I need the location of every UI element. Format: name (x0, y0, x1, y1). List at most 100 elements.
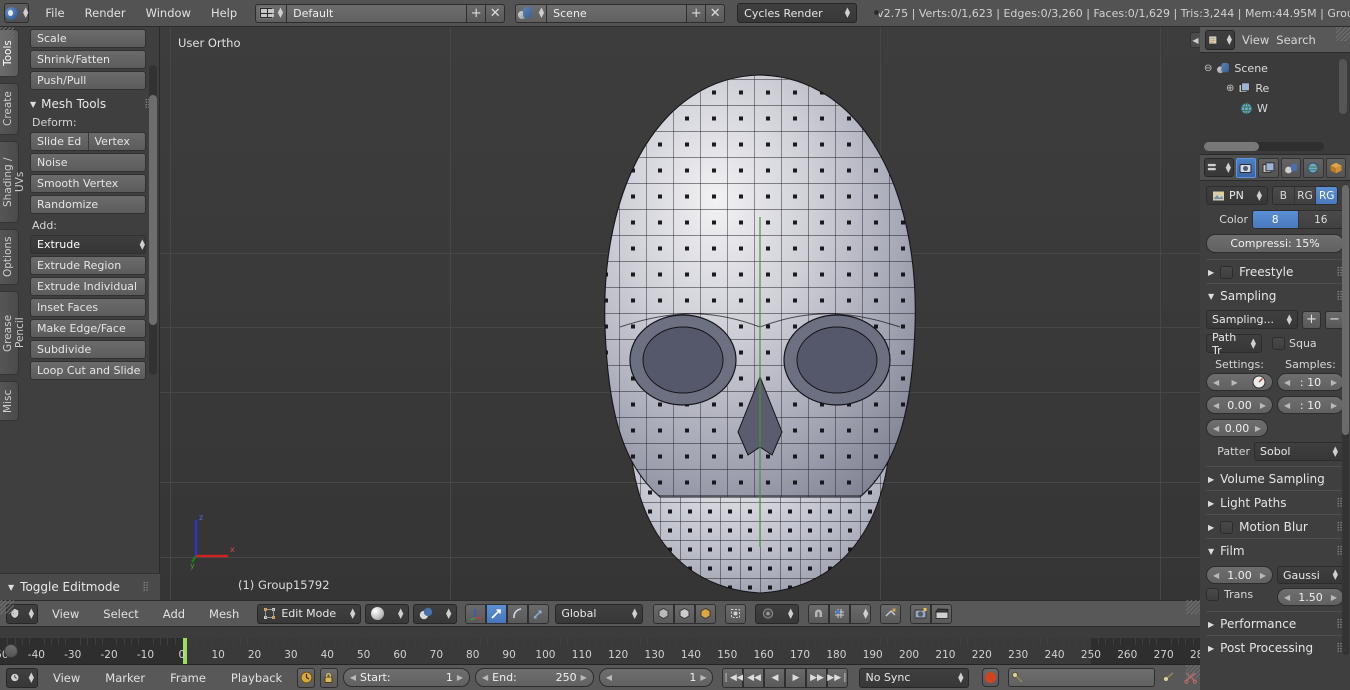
tool-make-edge-face-button[interactable]: Make Edge/Face (30, 319, 146, 338)
timeline-menu-marker[interactable]: Marker (95, 665, 155, 690)
3d-viewport[interactable]: User Ortho (1) Group15792 z x y ◀ (160, 27, 1200, 600)
tool-slide-edge-button[interactable]: Slide Ed (31, 133, 88, 150)
seed-field[interactable]: ◀ ▶ (1206, 373, 1273, 391)
tool-inset-faces-button[interactable]: Inset Faces (30, 298, 146, 317)
arrow-left-icon[interactable]: ◀ (1213, 401, 1219, 410)
add-preset-button[interactable]: + (1302, 310, 1321, 329)
face-select-mode-button[interactable] (695, 603, 717, 624)
ruler-handle-left[interactable] (4, 644, 18, 658)
tool-extrude-region-button[interactable]: Extrude Region (30, 256, 146, 275)
timeline-menu-view[interactable]: View (43, 665, 90, 690)
arrow-left-icon[interactable]: ◀ (1284, 593, 1290, 602)
arrow-left-icon[interactable]: ◀ (1284, 401, 1290, 410)
outliner-tree[interactable]: ⊖ Scene ⊕ Re W (1200, 53, 1350, 155)
outliner-menu-search[interactable]: Search (1276, 33, 1316, 47)
sidebar-tab-create[interactable]: Create (0, 83, 19, 135)
properties-tab-object[interactable] (1325, 157, 1347, 178)
mesh-tools-section-header[interactable]: ▼ Mesh Tools ⣿ (30, 97, 152, 111)
snap-target-dropdown[interactable]: ▲ ▼ (850, 603, 872, 624)
arrow-right-icon[interactable]: ▶ (1232, 378, 1238, 387)
viewport-menu-view[interactable]: View (42, 601, 89, 627)
color-mode-rgb[interactable]: RG (1293, 187, 1316, 204)
tool-scale-button[interactable]: Scale (30, 29, 146, 48)
scene-icon-button[interactable]: ▲ ▼ (515, 3, 548, 23)
play-reverse-button[interactable]: ◀ (764, 667, 786, 688)
arrow-left-icon[interactable]: ◀ (1213, 378, 1219, 387)
transparent-checkbox[interactable] (1206, 588, 1219, 601)
menu-file[interactable]: File (35, 0, 74, 26)
skull-mesh-object[interactable] (160, 27, 1200, 600)
volume-sampling-panel-header[interactable]: ▶ Volume Sampling (1206, 466, 1344, 490)
tool-noise-button[interactable]: Noise (30, 153, 146, 172)
interaction-mode-dropdown[interactable]: Edit Mode ▲ ▼ (257, 603, 362, 624)
limit-selection-visible-button[interactable] (725, 603, 747, 624)
arrow-left-icon[interactable]: ◀ (606, 673, 612, 682)
tool-extrude-button[interactable]: Extrude ▲ ▼ (30, 235, 146, 254)
filter-type-dropdown[interactable]: Gaussi ▲ ▼ (1277, 566, 1344, 584)
light-paths-panel-header[interactable]: ▶ Light Paths ⣿ (1206, 490, 1344, 514)
film-exposure-field[interactable]: ◀ 1.00 ▶ (1206, 566, 1273, 584)
delete-layout-button[interactable]: ✕ (486, 3, 506, 23)
viewport-menu-mesh[interactable]: Mesh (199, 601, 249, 627)
arrow-left-icon[interactable]: ◀ (1213, 571, 1219, 580)
integrator-dropdown[interactable]: Path Tr ▲ ▼ (1206, 331, 1262, 357)
properties-tab-scene[interactable] (1280, 157, 1302, 178)
timeline-menu-frame[interactable]: Frame (160, 665, 216, 690)
outliner-menu-view[interactable]: View (1242, 33, 1269, 47)
arrow-left-icon[interactable]: ◀ (350, 673, 356, 682)
tool-extrude-individual-button[interactable]: Extrude Individual (30, 277, 146, 296)
timeline-menu-playback[interactable]: Playback (221, 665, 292, 690)
clamp-field[interactable]: ◀ 0.00 ▶ (1206, 396, 1273, 414)
timeline-editor-type-button[interactable]: ▲ ▼ (6, 667, 38, 688)
arrow-right-icon[interactable]: ▶ (1260, 571, 1266, 580)
color-depth-8[interactable]: 8 (1253, 211, 1298, 228)
end-frame-field[interactable]: ◀ End: 250 ▶ (474, 668, 594, 687)
collapse-icon[interactable]: ⊖ (1204, 63, 1212, 74)
vertex-select-mode-button[interactable] (653, 603, 675, 624)
properties-scrollbar[interactable] (1342, 185, 1349, 655)
render-samples-field[interactable]: ◀ : 10 ▶ (1277, 373, 1344, 391)
arrow-right-icon[interactable]: ▶ (1331, 593, 1337, 602)
viewport-shading-dropdown[interactable]: ▲ ▼ (365, 603, 410, 624)
color-mode-bw[interactable]: B (1273, 187, 1294, 204)
arrow-right-icon[interactable]: ▶ (457, 673, 463, 682)
tool-vertex-button[interactable]: Vertex (87, 133, 146, 150)
scene-name-field[interactable]: Scene (547, 3, 688, 23)
outliner-editor-type-button[interactable]: ▲ ▼ (1205, 29, 1235, 50)
viewport-menu-add[interactable]: Add (153, 601, 195, 627)
filter-width-field[interactable]: ◀ 1.50 ▶ (1277, 588, 1344, 606)
screen-layout-field[interactable]: Default (287, 3, 468, 23)
snap-toggle-button[interactable] (808, 603, 830, 624)
menu-render[interactable]: Render (75, 0, 136, 26)
post-processing-panel-header[interactable]: ▶ Post Processing ⣿ (1206, 635, 1344, 659)
color-depth-16[interactable]: 16 (1297, 211, 1343, 228)
outliner-horizontal-scrollbar[interactable] (1204, 142, 1324, 151)
arrow-right-icon[interactable]: ▶ (1331, 378, 1337, 387)
tool-push-pull-button[interactable]: Push/Pull (30, 71, 146, 90)
render-animation-button[interactable] (931, 603, 953, 624)
current-frame-field[interactable]: ◀ 1 ▶ (598, 668, 714, 687)
manipulator-toggle-button[interactable] (465, 603, 487, 624)
arrow-right-icon[interactable]: ▶ (581, 673, 587, 682)
tool-shelf-scrollbar[interactable] (149, 65, 157, 375)
snap-element-button[interactable] (829, 603, 851, 624)
mesh-display-overlays-button[interactable] (880, 603, 902, 624)
sidebar-tab-options[interactable]: Options (0, 229, 19, 285)
pivot-point-dropdown[interactable]: ▲ ▼ (413, 603, 458, 624)
viewport-sidebar-toggle[interactable]: ◀ (1190, 32, 1200, 48)
arrow-left-icon[interactable]: ◀ (482, 673, 488, 682)
delete-scene-button[interactable]: ✕ (706, 3, 726, 23)
arrow-right-icon[interactable]: ▶ (1260, 401, 1266, 410)
active-keying-set-field[interactable] (1008, 668, 1156, 687)
menu-help[interactable]: Help (201, 0, 247, 26)
properties-tab-render-layers[interactable] (1258, 157, 1279, 178)
jump-to-start-button[interactable]: ❘◀◀ (722, 667, 744, 688)
performance-panel-header[interactable]: ▶ Performance ⣿ (1206, 611, 1344, 635)
freestyle-panel-header[interactable]: ▶ Freestyle ⣿ (1206, 259, 1344, 283)
rotate-manipulator-button[interactable] (507, 603, 529, 624)
auto-keyframe-button[interactable] (982, 668, 1000, 687)
toggle-editmode-panel[interactable]: ▼ Toggle Editmode ⣿ (0, 573, 160, 600)
properties-tab-world[interactable] (1303, 157, 1324, 178)
use-preview-range-button[interactable] (297, 667, 316, 688)
render-image-button[interactable] (910, 603, 932, 624)
